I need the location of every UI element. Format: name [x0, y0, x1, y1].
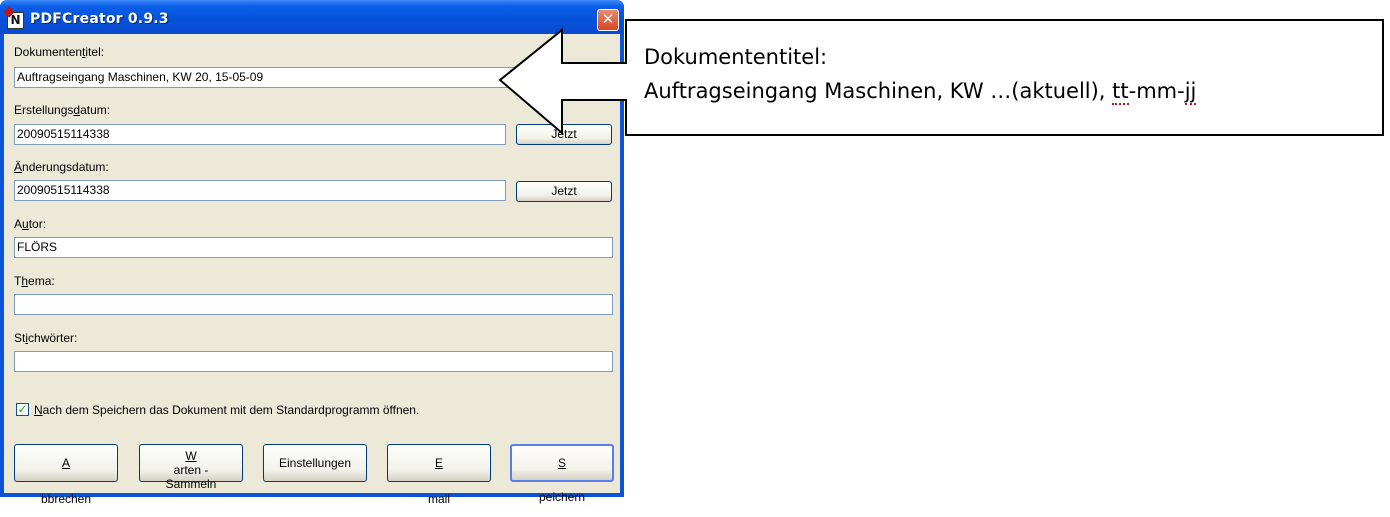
- callout-text: Dokumententitel: Auftragseingang Maschin…: [644, 40, 1197, 108]
- callout-line1: Dokumententitel:: [644, 45, 828, 69]
- callout-line2: Auftragseingang Maschinen, KW …(aktuell)…: [644, 79, 1197, 105]
